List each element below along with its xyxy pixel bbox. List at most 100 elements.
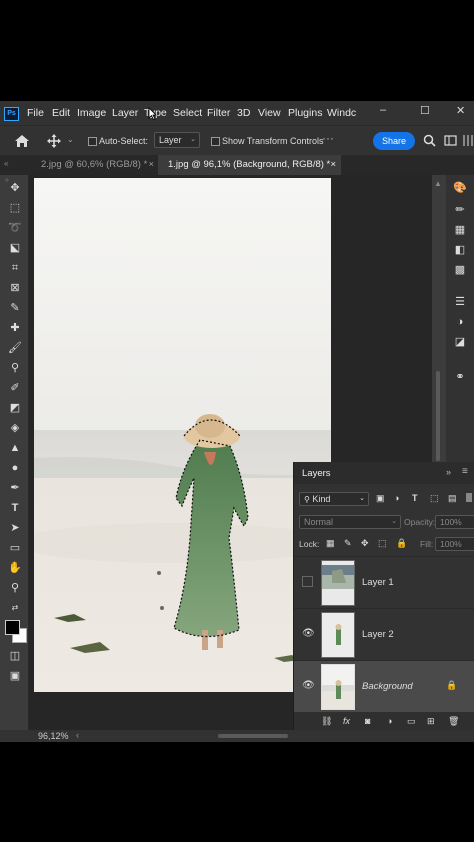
layer-name[interactable]: Layer 1 — [362, 577, 394, 588]
lock-all-icon[interactable]: 🔒 — [396, 538, 407, 549]
filter-adjustment-icon[interactable]: ◑ — [394, 493, 399, 503]
swatches-panel-icon[interactable]: ▦ — [453, 223, 467, 237]
scroll-up-icon[interactable]: ▲ — [434, 179, 442, 188]
layer-row-layer-1[interactable]: Layer 1 — [294, 556, 474, 608]
new-layer-icon[interactable]: ⊞ — [427, 716, 435, 727]
zoom-level[interactable]: 96,12% — [38, 731, 69, 741]
type-tool-icon[interactable]: T — [8, 501, 22, 515]
adjustments-panel-icon[interactable]: ☰ — [453, 295, 467, 309]
more-options-icon[interactable]: ··· — [322, 131, 334, 145]
transform-controls-checkbox[interactable] — [211, 137, 220, 146]
horizontal-scrollbar[interactable] — [218, 734, 288, 738]
settings-icon[interactable] — [462, 134, 474, 147]
eyedropper-tool-icon[interactable]: ✎ — [8, 301, 22, 315]
menu-filter[interactable]: Filter — [207, 107, 230, 119]
status-arrow-icon[interactable]: ‹ — [76, 730, 79, 740]
properties-panel-icon[interactable]: ✏ — [453, 203, 467, 217]
lasso-tool-icon[interactable]: ➰ — [8, 221, 22, 235]
move-tool-icon[interactable] — [47, 134, 61, 148]
screen-mode-icon[interactable]: ▣ — [8, 669, 22, 683]
patterns-panel-icon[interactable]: ▩ — [453, 263, 467, 277]
home-icon[interactable] — [14, 134, 30, 148]
layer-row-background[interactable]: 👁 Background 🔒 — [294, 660, 474, 712]
color-panel-icon[interactable]: 🎨 — [453, 181, 467, 195]
new-group-icon[interactable]: ▭ — [407, 716, 416, 727]
rectangle-tool-icon[interactable]: ▭ — [8, 541, 22, 555]
layers-panel-title[interactable]: Layers — [302, 468, 331, 479]
workspace-icon[interactable] — [444, 134, 457, 147]
delete-layer-icon[interactable]: 🗑 — [448, 716, 459, 727]
filter-smart-object-icon[interactable]: ▤ — [448, 493, 457, 504]
document-canvas-image[interactable] — [34, 178, 331, 692]
layer-filter-dropdown[interactable]: ⚲ Kind ⌄ — [299, 492, 369, 506]
filter-pixel-icon[interactable]: ▣ — [376, 493, 385, 504]
hand-tool-icon[interactable]: ✋ — [8, 561, 22, 575]
brush-tool-icon[interactable]: 🖌 — [8, 341, 22, 355]
foreground-color-swatch[interactable] — [5, 620, 20, 635]
search-icon[interactable] — [423, 134, 436, 147]
link-layers-icon[interactable]: ⛓ — [321, 716, 332, 727]
layer-row-layer-2[interactable]: 👁 Layer 2 — [294, 608, 474, 660]
vertical-scrollbar[interactable] — [436, 371, 440, 461]
history-brush-tool-icon[interactable]: ✐ — [8, 381, 22, 395]
frame-tool-icon[interactable]: ⊠ — [8, 281, 22, 295]
lock-image-icon[interactable]: ✎ — [344, 538, 352, 549]
tab-close-icon[interactable]: × — [330, 155, 336, 175]
path-selection-tool-icon[interactable]: ➤ — [8, 521, 22, 535]
tool-preset-chevron-icon[interactable]: ⌄ — [67, 135, 74, 144]
filter-type-icon[interactable]: T — [412, 493, 418, 503]
menu-select[interactable]: Select — [173, 107, 202, 119]
gradients-panel-icon[interactable]: ◧ — [453, 243, 467, 257]
libraries-panel-icon[interactable]: ◪ — [453, 335, 467, 349]
menu-image[interactable]: Image — [77, 107, 106, 119]
tab-close-icon[interactable]: × — [148, 155, 154, 175]
lock-position-icon[interactable]: ✥ — [361, 538, 369, 549]
quick-mask-icon[interactable]: ◫ — [8, 649, 22, 663]
menu-edit[interactable]: Edit — [52, 107, 70, 119]
menu-window[interactable]: Windc — [327, 107, 356, 119]
panel-menu-icon[interactable]: ≡ — [462, 466, 468, 477]
menu-view[interactable]: View — [258, 107, 281, 119]
eye-icon[interactable]: 👁 — [302, 628, 315, 639]
collapse-panels-icon[interactable]: « — [4, 159, 8, 168]
maximize-button[interactable]: ☐ — [420, 104, 430, 117]
tab-1jpg[interactable]: 1.jpg @ 96,1% (Background, RGB/8) * × — [158, 155, 341, 175]
new-adjustment-layer-icon[interactable]: ◑ — [387, 716, 392, 726]
move-tool-icon[interactable]: ✥ — [8, 181, 22, 195]
channels-panel-icon[interactable]: ⚭ — [453, 370, 467, 384]
layer-name[interactable]: Layer 2 — [362, 629, 394, 640]
lock-artboard-icon[interactable]: ⬚ — [378, 538, 387, 549]
auto-select-checkbox[interactable] — [88, 137, 97, 146]
blur-tool-icon[interactable]: ▲ — [8, 441, 22, 455]
dodge-tool-icon[interactable]: ● — [8, 461, 22, 475]
tab-2jpg[interactable]: 2.jpg @ 60,6% (RGB/8) * × — [33, 155, 158, 175]
minimize-button[interactable]: – — [380, 104, 386, 116]
styles-panel-icon[interactable]: ◑ — [453, 315, 467, 329]
blend-mode-dropdown[interactable]: Normal ⌄ — [299, 515, 401, 529]
menu-file[interactable]: File — [27, 107, 44, 119]
pen-tool-icon[interactable]: ✒ — [8, 481, 22, 495]
clone-stamp-tool-icon[interactable]: ⚲ — [8, 361, 22, 375]
fill-field[interactable]: 100% — [435, 537, 474, 551]
panel-collapse-icon[interactable]: » — [446, 467, 451, 477]
eraser-tool-icon[interactable]: ◩ — [8, 401, 22, 415]
menu-layer[interactable]: Layer — [112, 107, 138, 119]
menu-3d[interactable]: 3D — [237, 107, 250, 119]
swap-colors-icon[interactable]: ⇄ — [8, 601, 22, 615]
eye-icon[interactable]: 👁 — [302, 680, 315, 691]
filter-shape-icon[interactable]: ⬚ — [430, 493, 439, 504]
zoom-tool-icon[interactable]: ⚲ — [8, 581, 22, 595]
healing-brush-tool-icon[interactable]: ✚ — [8, 321, 22, 335]
paint-bucket-tool-icon[interactable]: ◈ — [8, 421, 22, 435]
add-mask-icon[interactable]: ◙ — [365, 716, 370, 726]
close-window-button[interactable]: ✕ — [456, 104, 465, 117]
object-selection-tool-icon[interactable]: ⬕ — [8, 241, 22, 255]
lock-transparent-icon[interactable]: ▦ — [326, 538, 335, 549]
filter-toggle[interactable] — [466, 493, 472, 502]
opacity-field[interactable]: 100% — [435, 515, 474, 529]
crop-tool-icon[interactable]: ⌗ — [8, 261, 22, 275]
auto-select-dropdown[interactable]: Layer ⌄ — [154, 132, 200, 148]
layer-name[interactable]: Background — [362, 681, 413, 692]
marquee-tool-icon[interactable]: ⬚ — [8, 201, 22, 215]
add-layer-style-icon[interactable]: fx — [343, 716, 350, 726]
